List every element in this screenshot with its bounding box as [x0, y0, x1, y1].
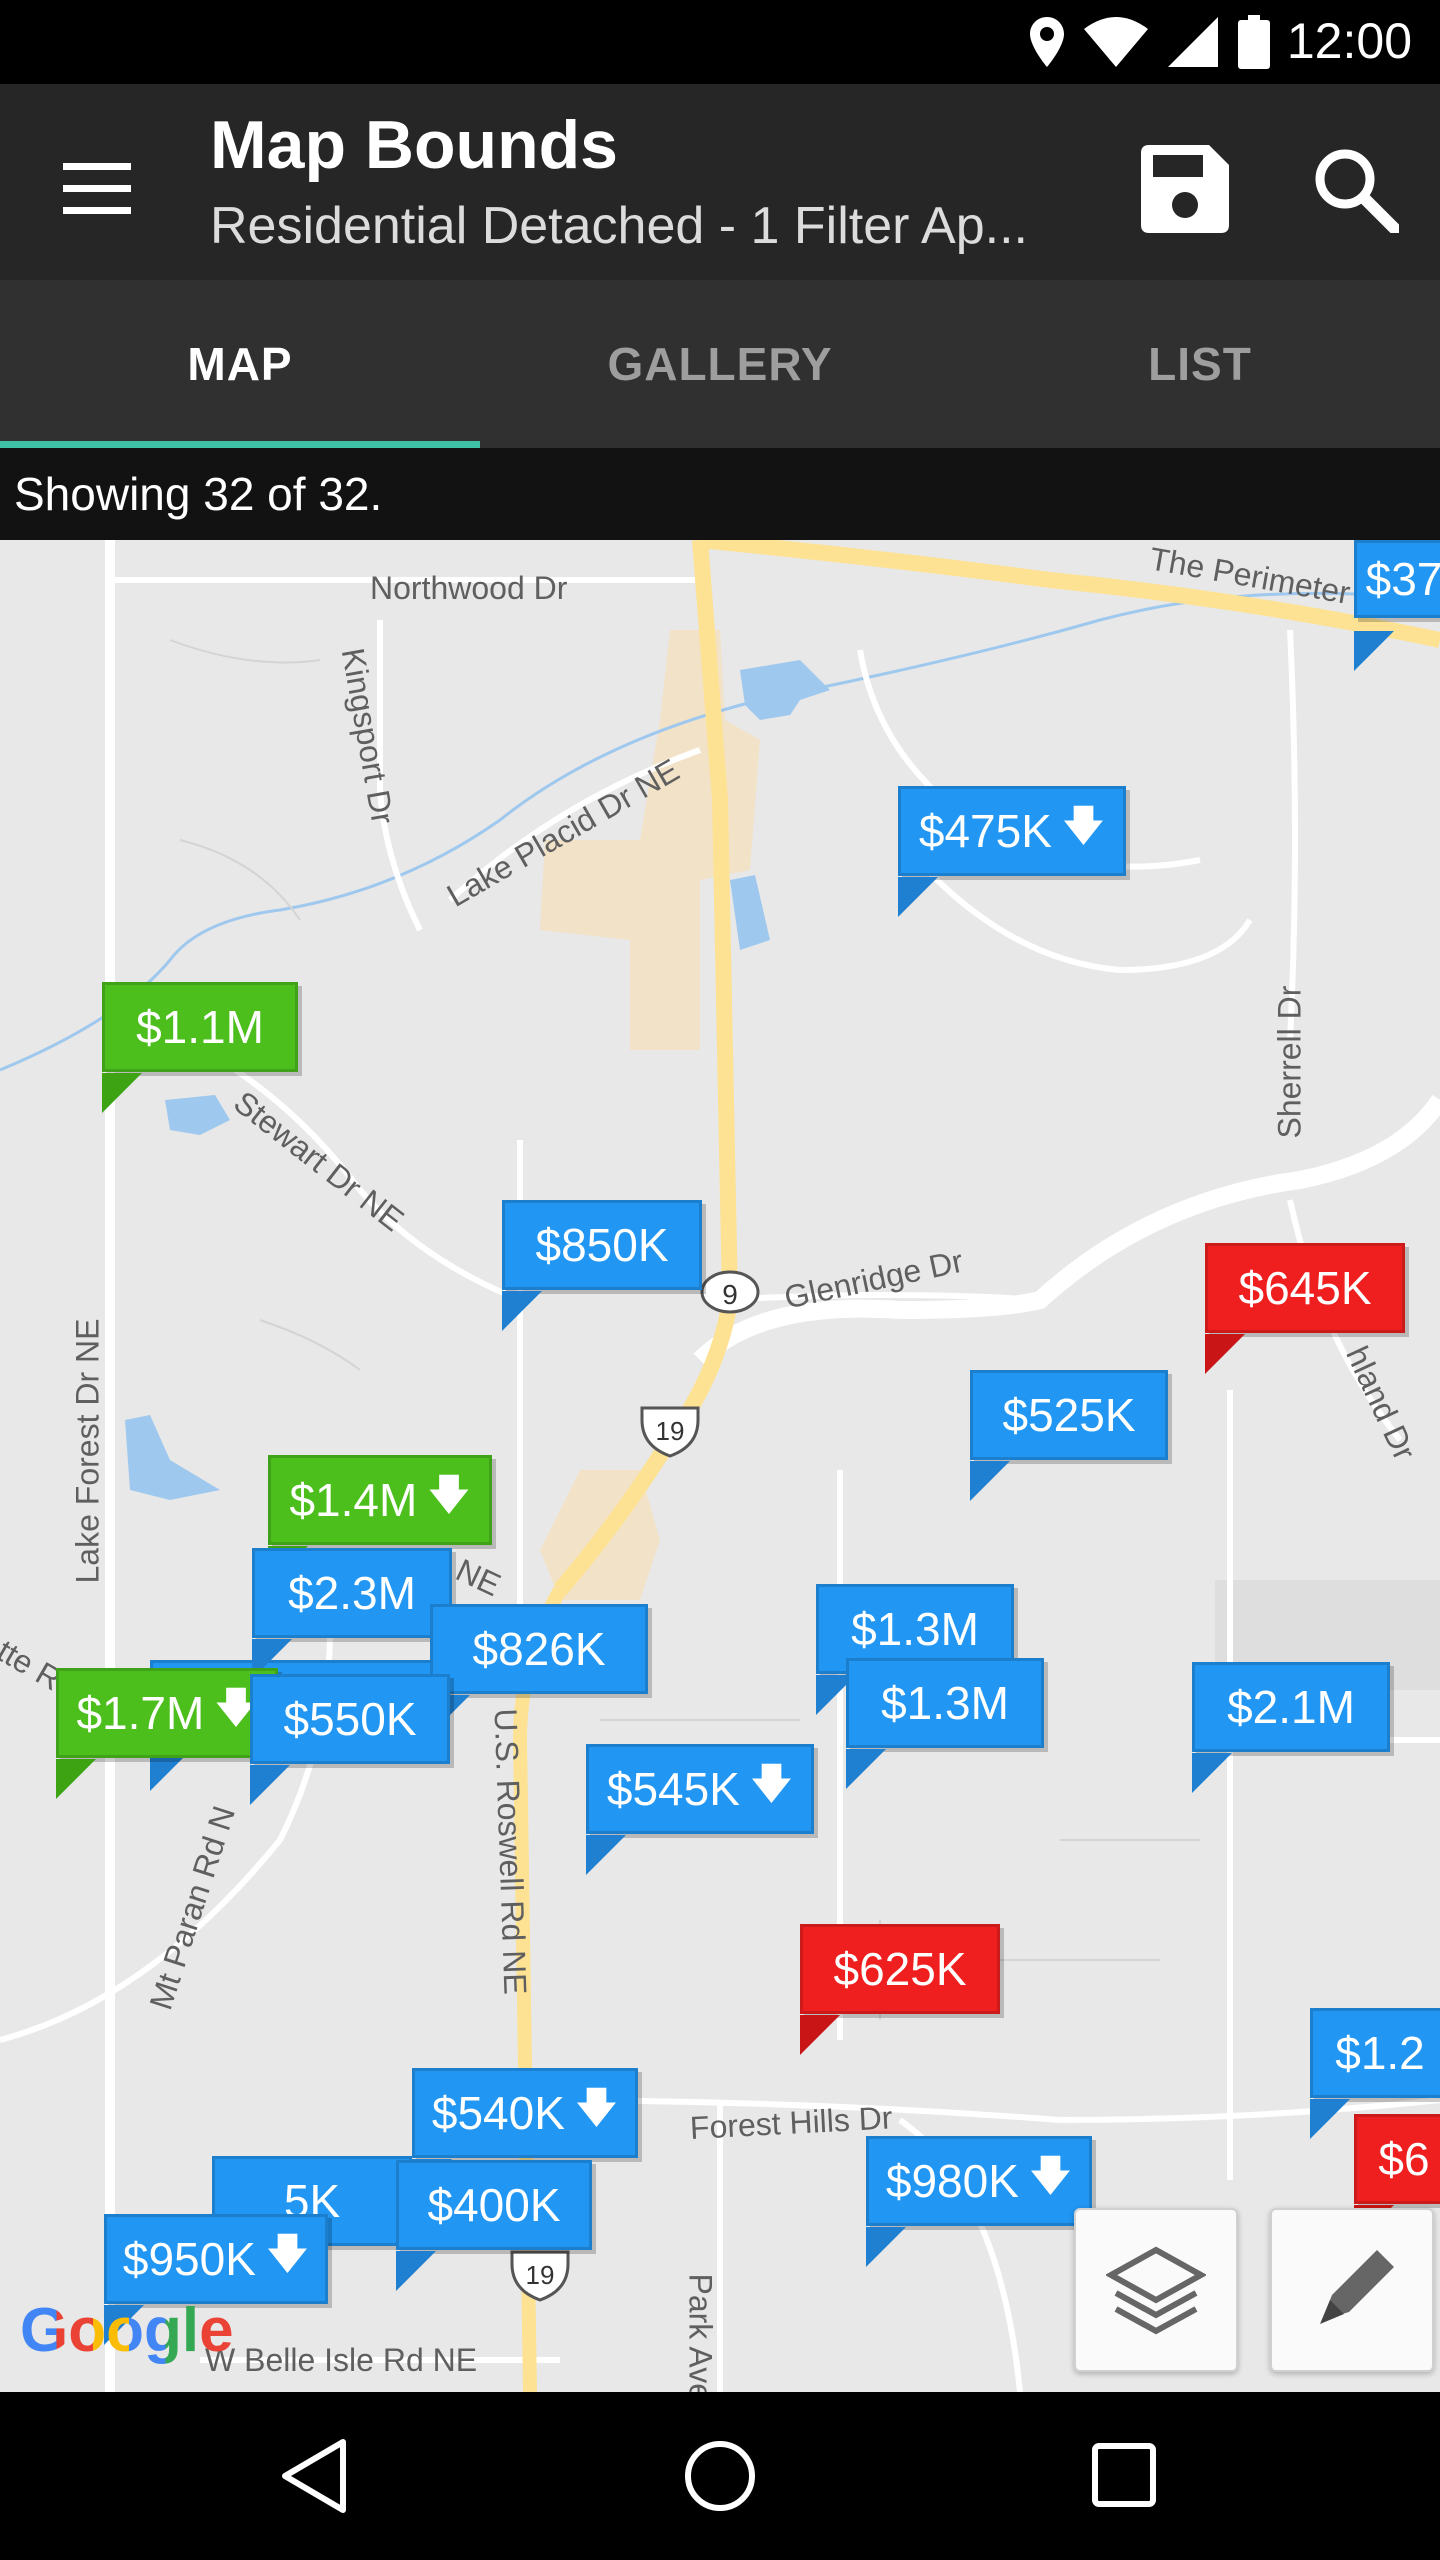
signal-icon [1168, 17, 1218, 67]
pin-price: $1.3M [881, 1677, 1009, 1729]
listing-pin[interactable]: $6 [1354, 2114, 1440, 2245]
street-label: W Belle Isle Rd NE [205, 2342, 478, 2378]
menu-button[interactable] [52, 144, 142, 234]
home-icon [685, 2441, 755, 2511]
price-drop-icon: 🡇 [265, 2229, 310, 2277]
us-19-shield-north: 19 [640, 1406, 700, 1458]
back-icon [282, 2439, 346, 2513]
listing-pin[interactable]: $37 [1354, 540, 1440, 671]
listing-pin[interactable]: $540K 🡇 [412, 2068, 638, 2199]
status-icons [1030, 14, 1270, 70]
page-title: Map Bounds [210, 107, 618, 183]
street-label: Northwood Dr [370, 570, 568, 606]
pin-price: $400K [427, 2179, 561, 2231]
save-button[interactable] [1130, 134, 1240, 244]
status-bar: 12:00 [0, 0, 1440, 84]
listing-pin[interactable]: $550K [250, 1674, 450, 1805]
listing-pin[interactable]: $850K [502, 1200, 702, 1331]
tab-list[interactable]: LIST [960, 280, 1440, 448]
listing-pin[interactable]: $545K 🡇 [586, 1744, 814, 1875]
listing-pin[interactable]: $1.2 [1310, 2008, 1440, 2139]
recents-icon [1092, 2443, 1156, 2507]
street-label: Sherrell Dr [1271, 985, 1308, 1139]
back-button[interactable] [265, 2426, 365, 2526]
pin-price: $1.4M [289, 1474, 418, 1526]
pin-price: $6 [1378, 2133, 1430, 2185]
layers-icon [1106, 2246, 1206, 2335]
svg-text:19: 19 [656, 1416, 685, 1446]
listing-pin[interactable]: $475K 🡇 [898, 786, 1126, 917]
wifi-icon [1084, 17, 1148, 67]
pin-price: $545K [606, 1763, 740, 1815]
listing-pin[interactable]: $2.3M [252, 1548, 452, 1679]
pin-price: $1.2 [1335, 2027, 1425, 2079]
listing-pin[interactable]: $400K [396, 2160, 592, 2291]
price-drop-icon: 🡇 [1028, 2151, 1073, 2199]
menu-icon [63, 163, 131, 214]
system-nav-bar [0, 2392, 1440, 2560]
listing-pin[interactable]: $1.1M [102, 982, 298, 1113]
pin-price: $2.3M [288, 1567, 416, 1619]
tab-bar: MAP GALLERY LIST [0, 280, 1440, 448]
svg-text:9: 9 [722, 1279, 738, 1310]
results-count: Showing 32 of 32. [0, 448, 1440, 540]
us-19-shield-south: 19 [510, 2250, 570, 2302]
battery-icon [1238, 15, 1270, 69]
listing-pin[interactable]: $980K 🡇 [866, 2136, 1092, 2267]
pin-price: $625K [833, 1943, 967, 1995]
pin-price: $475K [918, 805, 1052, 857]
layers-button[interactable] [1074, 2208, 1238, 2372]
price-drop-icon: 🡇 [1061, 801, 1106, 849]
listing-pin[interactable]: $525K [970, 1370, 1168, 1501]
pin-price: $1.3M [851, 1603, 979, 1655]
listing-pin[interactable]: $826K [430, 1604, 648, 1735]
route-9-shield: 9 [700, 1270, 760, 1314]
search-button[interactable] [1300, 134, 1410, 244]
listing-pin[interactable]: $645K [1205, 1243, 1405, 1374]
tab-map[interactable]: MAP [0, 280, 480, 448]
street-label: Lake Forest Dr NE [69, 1318, 106, 1584]
street-label: Park Ave [682, 2273, 719, 2393]
tab-gallery[interactable]: GALLERY [480, 280, 960, 448]
pencil-icon [1320, 2250, 1394, 2324]
page-subtitle: Residential Detached - 1 Filter Ap... [210, 197, 1028, 255]
pin-price: $980K [885, 2155, 1019, 2207]
pin-price: $850K [535, 1219, 669, 1271]
status-time: 12:00 [1286, 13, 1412, 69]
listing-pin[interactable]: $625K [800, 1924, 1000, 2055]
listing-pin[interactable]: $1.4M 🡇 [268, 1455, 492, 1586]
google-attribution: Google [20, 2295, 234, 2366]
google-logo: Google [20, 2296, 234, 2365]
pin-price: $826K [472, 1623, 606, 1675]
listing-pin[interactable]: $950K 🡇 [104, 2214, 328, 2345]
app-bar: Map Bounds Residential Detached - 1 Filt… [0, 84, 1440, 280]
search-icon [1315, 149, 1399, 233]
pin-price: $645K [1238, 1262, 1372, 1314]
pin-price: $37 [1365, 553, 1440, 605]
price-drop-icon: 🡇 [749, 1759, 794, 1807]
draw-button[interactable] [1270, 2208, 1434, 2372]
save-icon [1141, 145, 1229, 233]
recents-button[interactable] [1075, 2426, 1175, 2526]
price-drop-icon: 🡇 [427, 1470, 471, 1518]
pin-price: $550K [283, 1693, 417, 1745]
home-button[interactable] [670, 2426, 770, 2526]
svg-text:19: 19 [526, 2260, 555, 2290]
pin-price: $1.7M [76, 1687, 205, 1739]
listing-pin[interactable]: $1.7M 🡇 [56, 1668, 278, 1799]
listing-pin[interactable]: $2.1M [1192, 1662, 1390, 1793]
location-icon [1030, 17, 1064, 67]
pin-price: $950K [122, 2233, 256, 2285]
price-drop-icon: 🡇 [574, 2083, 619, 2131]
pin-price: $2.1M [1227, 1681, 1355, 1733]
map-view[interactable]: 9 19 19 Northwood Dr Kingsport Dr Lake P… [0, 540, 1440, 2392]
pin-price: $540K [431, 2087, 565, 2139]
pin-price: $525K [1002, 1389, 1136, 1441]
listing-pin[interactable]: $1.3M [846, 1658, 1044, 1789]
pin-price: $1.1M [136, 1001, 264, 1053]
